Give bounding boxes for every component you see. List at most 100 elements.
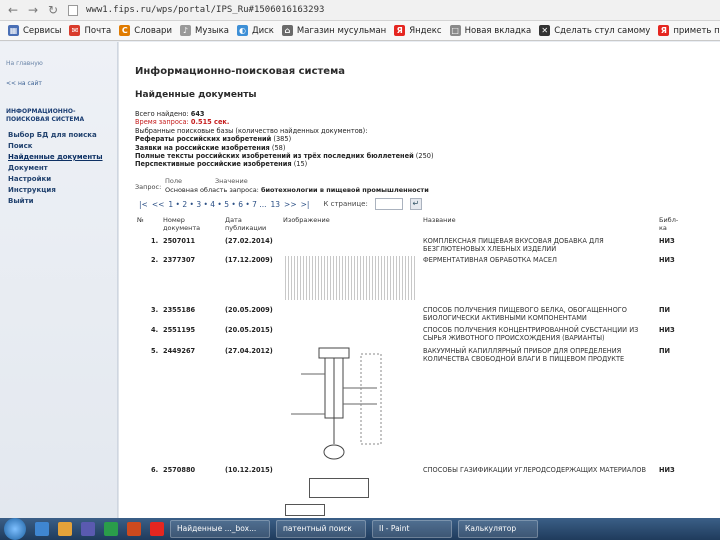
doc-number-link[interactable]: 2355186 (163, 306, 195, 314)
address-bar[interactable]: www1.fips.ru/wps/portal/IPS_Ru#150601616… (86, 5, 324, 15)
disk-icon: ◐ (236, 25, 248, 36)
library-code: НИЗ (659, 466, 675, 474)
menu-instruction[interactable]: Инструкция (8, 185, 103, 196)
row-number: 5. (151, 347, 159, 355)
patent-drawing-image (285, 504, 325, 516)
doc-number-link[interactable]: 2570880 (163, 466, 195, 474)
web-page: На главную << на сайт ИНФОРМАЦИОННО- ПОИ… (0, 42, 720, 518)
col-header-doc: Номер документа (163, 216, 201, 232)
menu-exit[interactable]: Выйти (8, 196, 103, 207)
left-navigation: На главную << на сайт ИНФОРМАЦИОННО- ПОИ… (0, 42, 118, 518)
library-code: НИЗ (659, 256, 675, 264)
powerpoint-icon[interactable] (127, 522, 141, 536)
page-title: Информационно-поисковая система (135, 66, 345, 77)
next-page-button[interactable]: >> (284, 200, 297, 209)
pub-date: (10.12.2015) (225, 466, 273, 474)
doc-number-link[interactable]: 2551195 (163, 326, 195, 334)
doc-number-link[interactable]: 2507011 (163, 237, 195, 245)
doc-title-link[interactable]: СПОСОБ ПОЛУЧЕНИЯ ПИЩЕВОГО БЕЛКА, ОБОГАЩЕ… (423, 306, 653, 322)
taskbar-task[interactable]: Найденные ..._box... (170, 520, 270, 538)
bookmark-yandex[interactable]: Я Яндекс (394, 25, 442, 36)
doc-title-link[interactable]: КОМПЛЕКСНАЯ ПИЩЕВАЯ ВКУСОВАЯ ДОБАВКА ДЛЯ… (423, 237, 653, 253)
reload-icon[interactable]: ↻ (46, 3, 60, 17)
search-summary: Всего найдено: 643 Время запроса: 0.515 … (135, 110, 434, 169)
doc-title-link[interactable]: ВАКУУМНЫЙ КАПИЛЛЯРНЫЙ ПРИБОР ДЛЯ ОПРЕДЕЛ… (423, 347, 653, 363)
pub-date: (27.04.2012) (225, 347, 273, 355)
menu-settings[interactable]: Настройки (8, 174, 103, 185)
music-icon: ♪ (179, 25, 191, 36)
bookmark-chair[interactable]: ✕ Сделать стул самому (539, 25, 650, 36)
taskbar-task[interactable]: патентный поиск (276, 520, 366, 538)
excel-icon[interactable] (104, 522, 118, 536)
doc-title-link[interactable]: ФЕРМЕНТАТИВНАЯ ОБРАБОТКА МАСЕЛ (423, 256, 653, 264)
library-code: НИЗ (659, 326, 675, 334)
back-arrow-icon[interactable]: ← (6, 3, 20, 17)
system-name: ИНФОРМАЦИОННО- ПОИСКОВАЯ СИСТЕМА (6, 108, 85, 123)
page-links[interactable]: 1 • 2 • 3 • 4 • 5 • 6 • 7 ... (168, 200, 266, 209)
database-item: Перспективные российские изобретения (15… (135, 160, 308, 169)
pub-date: (20.05.2015) (225, 326, 273, 334)
bookmark-rules[interactable]: Яприметь по прав (658, 25, 720, 36)
row-number: 4. (151, 326, 159, 334)
dictionary-icon: С (119, 25, 131, 36)
taskbar-task[interactable]: Калькулятор (458, 520, 538, 538)
last-page-number[interactable]: 13 (270, 200, 280, 209)
col-header-date: Дата публикации (225, 216, 267, 232)
col-header-no: № (137, 216, 144, 224)
bookmark-mail[interactable]: ✉ Почта (69, 25, 111, 36)
pub-date: (20.05.2009) (225, 306, 273, 314)
pub-date: (17.12.2009) (225, 256, 273, 264)
last-page-button[interactable]: >| (301, 200, 310, 209)
doc-number-link[interactable]: 2377307 (163, 256, 195, 264)
patent-drawing-image[interactable] (285, 256, 417, 300)
col-header-image: Изображение (283, 216, 330, 224)
media-icon[interactable] (81, 522, 95, 536)
row-number: 6. (151, 466, 159, 474)
doc-title-link[interactable]: СПОСОБЫ ГАЗИФИКАЦИИ УГЛЕРОДСОДЕРЖАЩИХ МА… (423, 466, 653, 474)
goto-page-input[interactable] (374, 198, 403, 210)
doc-number-link[interactable]: 2449267 (163, 347, 195, 355)
bookmark-shop[interactable]: ⌂ Магазин мусульман (281, 25, 386, 36)
main-content: Информационно-поисковая система Найденны… (118, 42, 720, 518)
menu-document[interactable]: Документ (8, 163, 103, 174)
prev-page-button[interactable]: << (152, 200, 165, 209)
forward-arrow-icon[interactable]: → (26, 3, 40, 17)
back-to-site-link[interactable]: << на сайт (6, 80, 42, 87)
menu-search[interactable]: Поиск (8, 141, 103, 152)
col-header-bib: Библ-ка (659, 216, 679, 232)
windows-taskbar: Найденные ..._box... патентный поиск II … (0, 518, 720, 540)
goto-page-button[interactable]: ↵ (409, 198, 422, 210)
chair-icon: ✕ (539, 25, 551, 36)
doc-title-link[interactable]: СПОСОБ ПОЛУЧЕНИЯ КОНЦЕНТРИРОВАННОЙ СУБСТ… (423, 326, 653, 342)
yandex-icon: Я (658, 25, 670, 36)
bookmark-music[interactable]: ♪ Музыка (179, 25, 229, 36)
ie-icon[interactable] (35, 522, 49, 536)
menu-select-db[interactable]: Выбор БД для поиска (8, 130, 103, 141)
left-menu: Выбор БД для поиска Поиск Найденные доку… (8, 130, 103, 207)
patent-drawing-image[interactable] (309, 478, 369, 498)
library-code: ПИ (659, 306, 671, 314)
bookmark-new-tab[interactable]: □ Новая вкладка (449, 25, 531, 36)
total-count: 643 (190, 110, 205, 118)
folder-icon[interactable] (58, 522, 72, 536)
page-icon (68, 4, 78, 16)
row-number: 2. (151, 256, 159, 264)
bookmark-disk[interactable]: ◐ Диск (236, 25, 274, 36)
first-page-button[interactable]: |< (139, 200, 148, 209)
database-item: Рефераты российских изобретений (385) (135, 135, 292, 144)
page-icon: □ (449, 25, 461, 36)
mail-icon: ✉ (69, 25, 81, 36)
taskbar-task[interactable]: II - Paint (372, 520, 452, 538)
bookmark-dictionaries[interactable]: С Словари (119, 25, 172, 36)
row-number: 3. (151, 306, 159, 314)
bookmark-services[interactable]: ▦ Сервисы (8, 25, 61, 36)
bookmarks-bar: ▦ Сервисы ✉ Почта С Словари ♪ Музыка ◐ Диск ⌂… (0, 21, 720, 41)
browser-toolbar: ← → ↻ www1.fips.ru/wps/portal/IPS_Ru#150… (0, 0, 720, 21)
home-link[interactable]: На главную (6, 60, 43, 67)
patent-drawing-image[interactable] (281, 344, 391, 464)
yandex-icon: Я (394, 25, 406, 36)
menu-found-documents[interactable]: Найденные документы (8, 152, 103, 163)
database-item: Полные тексты российских изобретений из … (135, 152, 434, 161)
yandex-icon[interactable] (150, 522, 164, 536)
start-button[interactable] (4, 518, 26, 540)
